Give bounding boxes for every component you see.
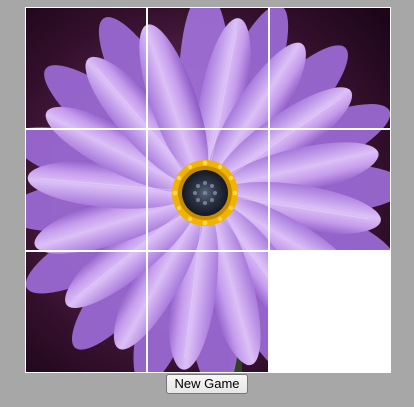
puzzle-tile[interactable] [25, 129, 147, 251]
puzzle-board [25, 7, 391, 373]
puzzle-tile[interactable] [25, 7, 147, 129]
puzzle-tile[interactable] [147, 251, 269, 373]
puzzle-tile[interactable] [147, 7, 269, 129]
empty-tile-slot [269, 251, 391, 373]
new-game-button[interactable]: New Game [166, 374, 248, 394]
puzzle-tile[interactable] [147, 129, 269, 251]
puzzle-tile[interactable] [269, 7, 391, 129]
puzzle-tile[interactable] [269, 129, 391, 251]
puzzle-tile[interactable] [25, 251, 147, 373]
